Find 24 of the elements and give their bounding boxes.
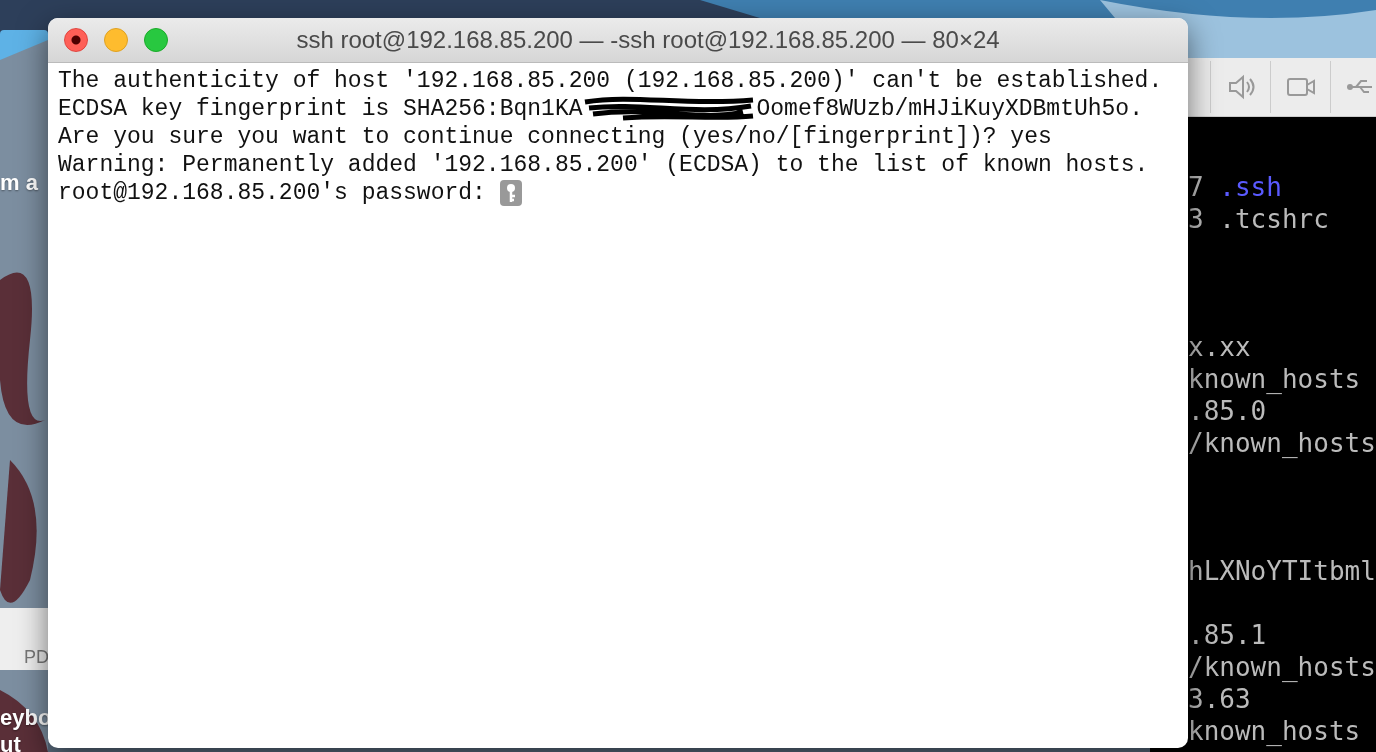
zoom-button[interactable] xyxy=(144,28,168,52)
console-text: .85.0 xyxy=(1188,396,1267,426)
window-title: ssh root@192.168.85.200 — -ssh root@192.168.85.200 — 80×24 xyxy=(295,26,1001,54)
close-button[interactable] xyxy=(64,28,88,52)
console-text: known_hosts xyxy=(1188,716,1361,746)
minimize-button[interactable] xyxy=(104,28,128,52)
key-icon xyxy=(499,180,522,206)
console-text: 3 .tcshrc xyxy=(1188,204,1329,234)
console-text: /known_hosts xyxy=(1188,652,1376,682)
console-text: 7 xyxy=(1188,172,1205,202)
console-text: hLXNoYTItbml xyxy=(1188,556,1376,586)
console-text: /known_hosts xyxy=(1188,428,1376,458)
terminal-line: Warning: Permanently added '192.168.85.200' (ECDSA) to the list of known hosts. xyxy=(58,151,1149,179)
terminal-text: ECDSA key fingerprint is SHA256:Bqn1KA xyxy=(58,95,583,123)
terminal-text: Oomef8WUzb/mHJiKuyXDBmtUh5o. xyxy=(756,95,1143,123)
console-text: 3.63 xyxy=(1188,684,1251,714)
console-text: .85.1 xyxy=(1188,620,1267,650)
terminal-line: Are you sure you want to continue connecting (yes/no/[fingerprint])? yes xyxy=(58,123,1052,151)
console-text: x.xx xyxy=(1188,332,1251,362)
terminal-line: The authenticity of host '192.168.85.200 (192.168.85.200)' can't be established. xyxy=(58,67,1163,95)
desktop-label[interactable]: ut xyxy=(0,732,21,752)
console-text: .ssh xyxy=(1219,172,1282,202)
terminal-prompt: root@192.168.85.200's password: xyxy=(58,179,486,207)
console-text: known_hosts xyxy=(1188,364,1361,394)
